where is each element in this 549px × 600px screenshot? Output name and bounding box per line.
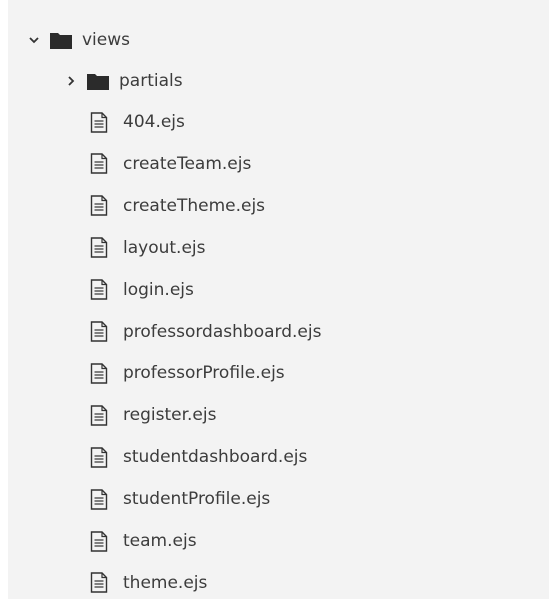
folder-icon <box>50 32 72 49</box>
chevron-right-icon[interactable] <box>65 75 77 87</box>
file-icon <box>90 363 108 384</box>
folder-icon <box>87 73 109 90</box>
file-label: register.ejs <box>123 405 217 426</box>
folder-label: views <box>82 30 131 50</box>
file-icon <box>90 279 108 300</box>
file-label: createTeam.ejs <box>123 153 252 174</box>
file-label: professorProfile.ejs <box>123 363 285 384</box>
file-label: 404.ejs <box>123 112 185 132</box>
file-label: studentdashboard.ejs <box>123 447 308 468</box>
file-icon <box>90 530 108 552</box>
tree-folder-views[interactable]: views <box>28 23 130 57</box>
file-label: createTheme.ejs <box>123 195 266 216</box>
tree-file-item[interactable]: studentProfile.ejs <box>90 482 270 516</box>
tree-file-item[interactable]: studentdashboard.ejs <box>90 440 307 474</box>
file-icon <box>90 321 108 342</box>
file-icon <box>90 446 108 468</box>
file-icon <box>90 111 108 133</box>
folder-label: partials <box>119 71 183 91</box>
file-label: team.ejs <box>123 531 197 551</box>
file-explorer: views partials 404.ejs createTeam.ejs cr… <box>8 0 549 599</box>
tree-file-item[interactable]: professordashboard.ejs <box>90 315 321 349</box>
file-icon <box>90 405 108 426</box>
file-icon <box>90 488 108 510</box>
file-icon <box>90 237 108 258</box>
file-label: studentProfile.ejs <box>123 489 271 510</box>
file-label: professordashboard.ejs <box>123 321 322 342</box>
tree-file-item[interactable]: theme.ejs <box>90 566 207 600</box>
tree-file-item[interactable]: createTeam.ejs <box>90 147 251 181</box>
file-label: theme.ejs <box>123 572 208 593</box>
tree-file-item[interactable]: login.ejs <box>90 273 194 307</box>
tree-file-item[interactable]: layout.ejs <box>90 231 206 265</box>
tree-file-item[interactable]: register.ejs <box>90 398 216 432</box>
tree-file-item[interactable]: professorProfile.ejs <box>90 356 285 390</box>
file-label: layout.ejs <box>123 237 206 258</box>
tree-file-item[interactable]: team.ejs <box>90 524 197 558</box>
tree-file-item[interactable]: createTheme.ejs <box>90 189 265 223</box>
file-icon <box>90 153 108 175</box>
file-icon <box>90 572 108 594</box>
tree-folder-partials[interactable]: partials <box>65 64 183 98</box>
file-label: login.ejs <box>123 279 194 300</box>
tree-file-item[interactable]: 404.ejs <box>90 105 185 139</box>
chevron-down-icon[interactable] <box>28 34 40 46</box>
file-icon <box>90 195 108 216</box>
